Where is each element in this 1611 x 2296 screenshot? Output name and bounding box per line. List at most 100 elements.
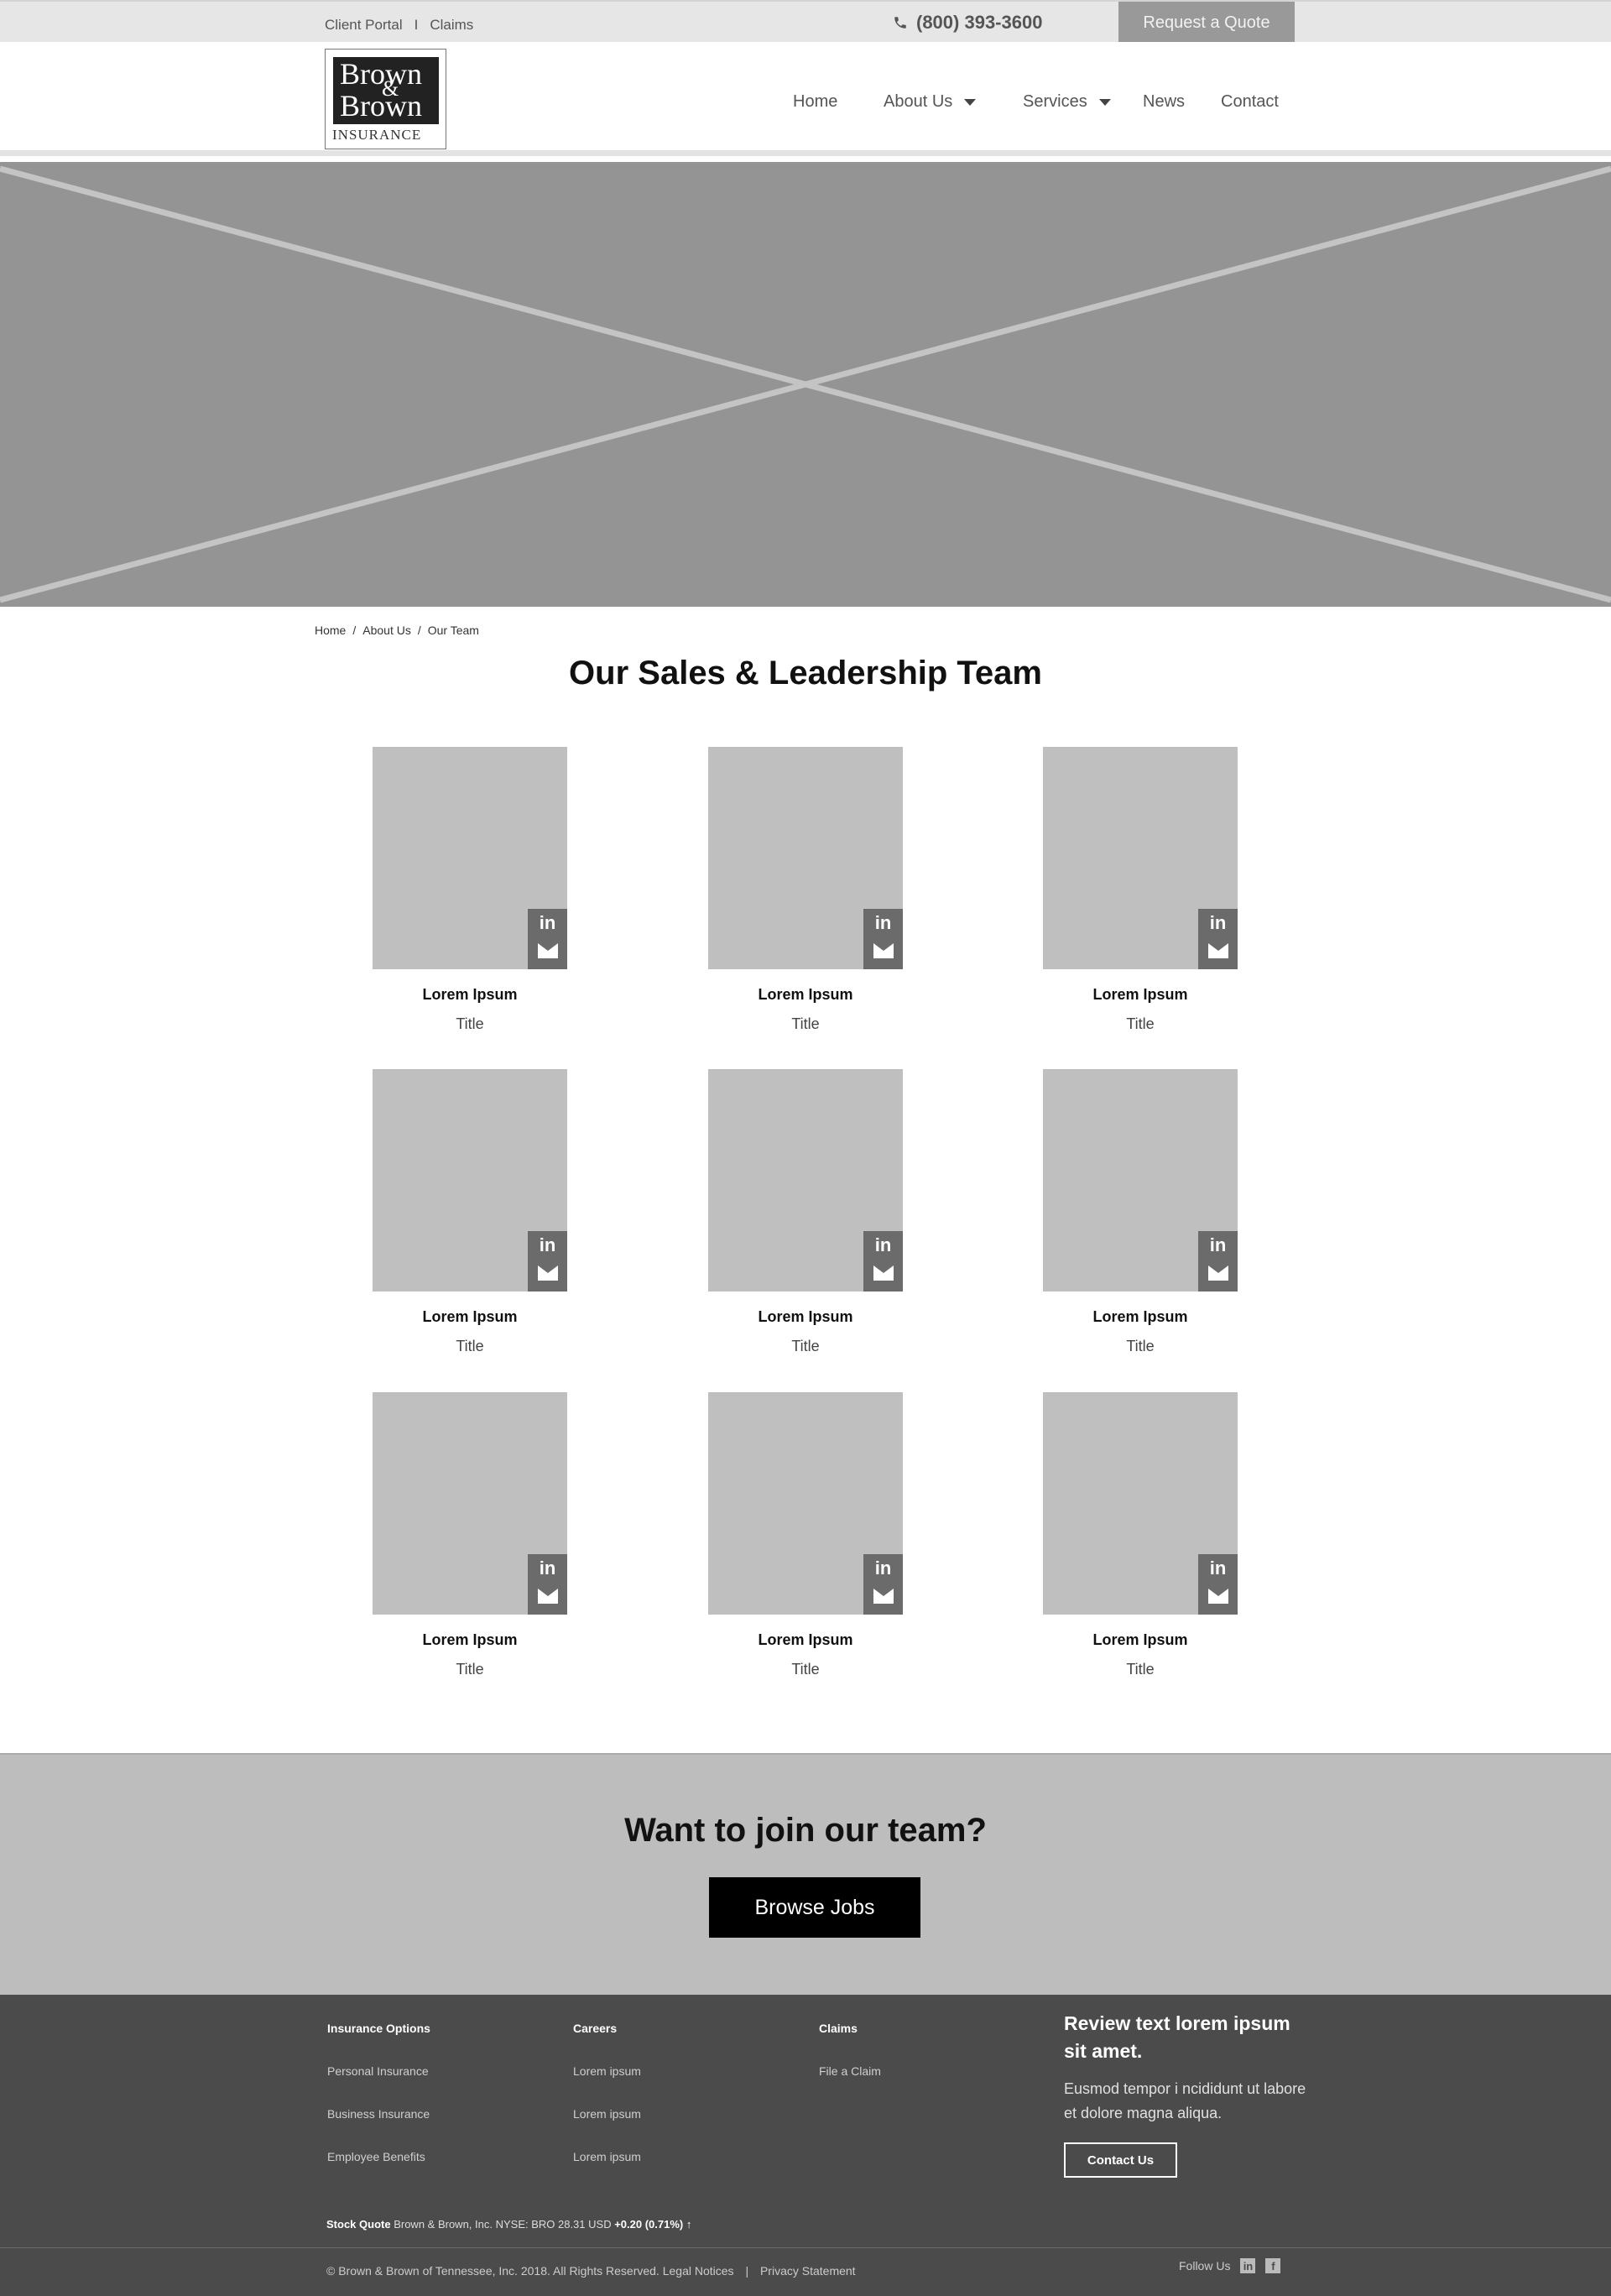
team-member-title: Title <box>1126 1661 1155 1678</box>
team-card: in Lorem Ipsum Title <box>708 1392 903 1678</box>
linkedin-icon[interactable]: in <box>528 912 567 937</box>
team-photo: in <box>1043 1069 1238 1292</box>
social-links: in <box>863 1554 903 1615</box>
hero-image-placeholder <box>0 162 1611 607</box>
team-member-title: Title <box>791 1338 820 1354</box>
nav-home-label: Home <box>793 92 838 111</box>
team-member-name: Lorem Ipsum <box>1092 986 1188 1003</box>
breadcrumb-about[interactable]: About Us <box>362 624 411 637</box>
team-member-name: Lorem Ipsum <box>422 986 518 1003</box>
stock-text: Brown & Brown, Inc. NYSE: BRO 28.31 USD <box>394 2218 612 2231</box>
linkedin-icon[interactable]: in <box>528 1558 567 1583</box>
team-card: in Lorem Ipsum Title <box>373 1392 567 1678</box>
footer-link[interactable]: File a Claim <box>819 2064 881 2078</box>
team-member-title: Title <box>456 1661 484 1678</box>
linkedin-icon[interactable]: in <box>1198 1234 1238 1260</box>
copyright-separator: | <box>745 2264 749 2278</box>
social-links: in <box>528 1554 567 1615</box>
team-photo: in <box>373 747 567 969</box>
email-icon[interactable] <box>1208 1589 1228 1604</box>
linkedin-icon[interactable]: in <box>863 912 903 937</box>
email-icon[interactable] <box>873 1589 894 1604</box>
footer-review-block: Review text lorem ipsum sit amet. Eusmod… <box>1064 2010 1307 2178</box>
nav-home[interactable]: Home <box>793 92 837 112</box>
linkedin-icon[interactable]: in <box>528 1234 567 1260</box>
phone-text: (800) 393-3600 <box>916 12 1043 33</box>
email-icon[interactable] <box>873 943 894 958</box>
team-member-name: Lorem Ipsum <box>758 986 853 1003</box>
team-photo: in <box>373 1392 567 1615</box>
join-team-section: Want to join our team? Browse Jobs <box>0 1753 1611 1995</box>
breadcrumb-home[interactable]: Home <box>315 624 346 637</box>
footer-col-heading: Insurance Options <box>327 2022 430 2035</box>
follow-us: Follow Us in f <box>1179 2258 1281 2273</box>
copyright-line: © Brown & Brown of Tennessee, Inc. 2018.… <box>326 2264 856 2278</box>
email-icon[interactable] <box>1208 943 1228 958</box>
team-card: in Lorem Ipsum Title <box>708 1069 903 1355</box>
linkedin-icon[interactable]: in <box>1240 2258 1256 2273</box>
linkedin-icon[interactable]: in <box>1198 912 1238 937</box>
placeholder-cross <box>0 165 1611 603</box>
browse-jobs-button[interactable]: Browse Jobs <box>709 1877 920 1938</box>
linkedin-icon[interactable]: in <box>863 1234 903 1260</box>
top-utility-bar: Client Portal I Claims (800) 393-3600 Requ… <box>0 0 1611 44</box>
copyright-text[interactable]: © Brown & Brown of Tennessee, Inc. 2018.… <box>326 2264 734 2278</box>
team-member-title: Title <box>1126 1015 1155 1032</box>
footer-link[interactable]: Business Insurance <box>327 2107 430 2121</box>
facebook-icon[interactable]: f <box>1265 2258 1281 2273</box>
team-photo: in <box>708 747 903 969</box>
privacy-link[interactable]: Privacy Statement <box>760 2264 856 2278</box>
stock-change: +0.20 (0.71%) <box>614 2218 684 2231</box>
client-portal-link[interactable]: Client Portal <box>325 17 403 33</box>
breadcrumb-current: Our Team <box>427 624 479 637</box>
footer-link[interactable]: Lorem ipsum <box>573 2064 641 2078</box>
email-icon[interactable] <box>538 943 558 958</box>
contact-us-button[interactable]: Contact Us <box>1064 2142 1177 2178</box>
team-card: in Lorem Ipsum Title <box>1043 1392 1238 1678</box>
team-member-title: Title <box>791 1661 820 1678</box>
social-links: in <box>1198 1554 1238 1615</box>
email-icon[interactable] <box>538 1265 558 1281</box>
email-icon[interactable] <box>538 1589 558 1604</box>
social-links: in <box>528 909 567 969</box>
claims-link[interactable]: Claims <box>430 17 473 33</box>
nav-contact[interactable]: Contact <box>1221 92 1279 112</box>
footer-link[interactable]: Employee Benefits <box>327 2150 430 2163</box>
nav-services[interactable]: Services <box>1023 92 1111 112</box>
social-links: in <box>1198 1231 1238 1292</box>
phone-number[interactable]: (800) 393-3600 <box>893 12 1042 34</box>
chevron-down-icon <box>1098 98 1111 106</box>
email-icon[interactable] <box>1208 1265 1228 1281</box>
join-heading: Want to join our team? <box>624 1812 987 1849</box>
chevron-down-icon <box>964 98 977 106</box>
footer-col-careers: Careers Lorem ipsum Lorem ipsum Lorem ip… <box>573 2022 641 2163</box>
footer-link[interactable]: Lorem ipsum <box>573 2150 641 2163</box>
nav-news-label: News <box>1143 92 1186 111</box>
social-links: in <box>863 1231 903 1292</box>
team-card: in Lorem Ipsum Title <box>373 1069 567 1355</box>
site-footer: Insurance Options Personal Insurance Bus… <box>0 1995 1611 2296</box>
linkedin-icon[interactable]: in <box>1198 1558 1238 1583</box>
linkedin-icon[interactable]: in <box>863 1558 903 1583</box>
logo-word-1: Brown <box>340 57 422 91</box>
team-photo: in <box>373 1069 567 1292</box>
footer-col-heading: Claims <box>819 2022 858 2035</box>
nav-about-us[interactable]: About Us <box>884 92 977 112</box>
utility-links: Client Portal I Claims <box>325 17 473 34</box>
request-quote-button[interactable]: Request a Quote <box>1118 2 1295 44</box>
page-title: Our Sales & Leadership Team <box>569 655 1042 691</box>
brown-brown-logo[interactable]: Brown & Brown INSURANCE <box>325 49 446 149</box>
social-links: in <box>528 1231 567 1292</box>
email-icon[interactable] <box>873 1265 894 1281</box>
follow-label: Follow Us <box>1179 2259 1231 2273</box>
nav-about-label: About Us <box>884 92 953 111</box>
team-photo: in <box>1043 747 1238 969</box>
review-text: Eusmod tempor i ncididunt ut labore et d… <box>1064 2080 1306 2121</box>
team-member-name: Lorem Ipsum <box>1092 1631 1188 1648</box>
footer-link[interactable]: Lorem ipsum <box>573 2107 641 2121</box>
breadcrumb: Home / About Us / Our Team <box>315 624 479 637</box>
footer-col-insurance: Insurance Options Personal Insurance Bus… <box>327 2022 430 2163</box>
team-member-name: Lorem Ipsum <box>1092 1308 1188 1325</box>
nav-news[interactable]: News <box>1143 92 1185 112</box>
footer-link[interactable]: Personal Insurance <box>327 2064 430 2078</box>
